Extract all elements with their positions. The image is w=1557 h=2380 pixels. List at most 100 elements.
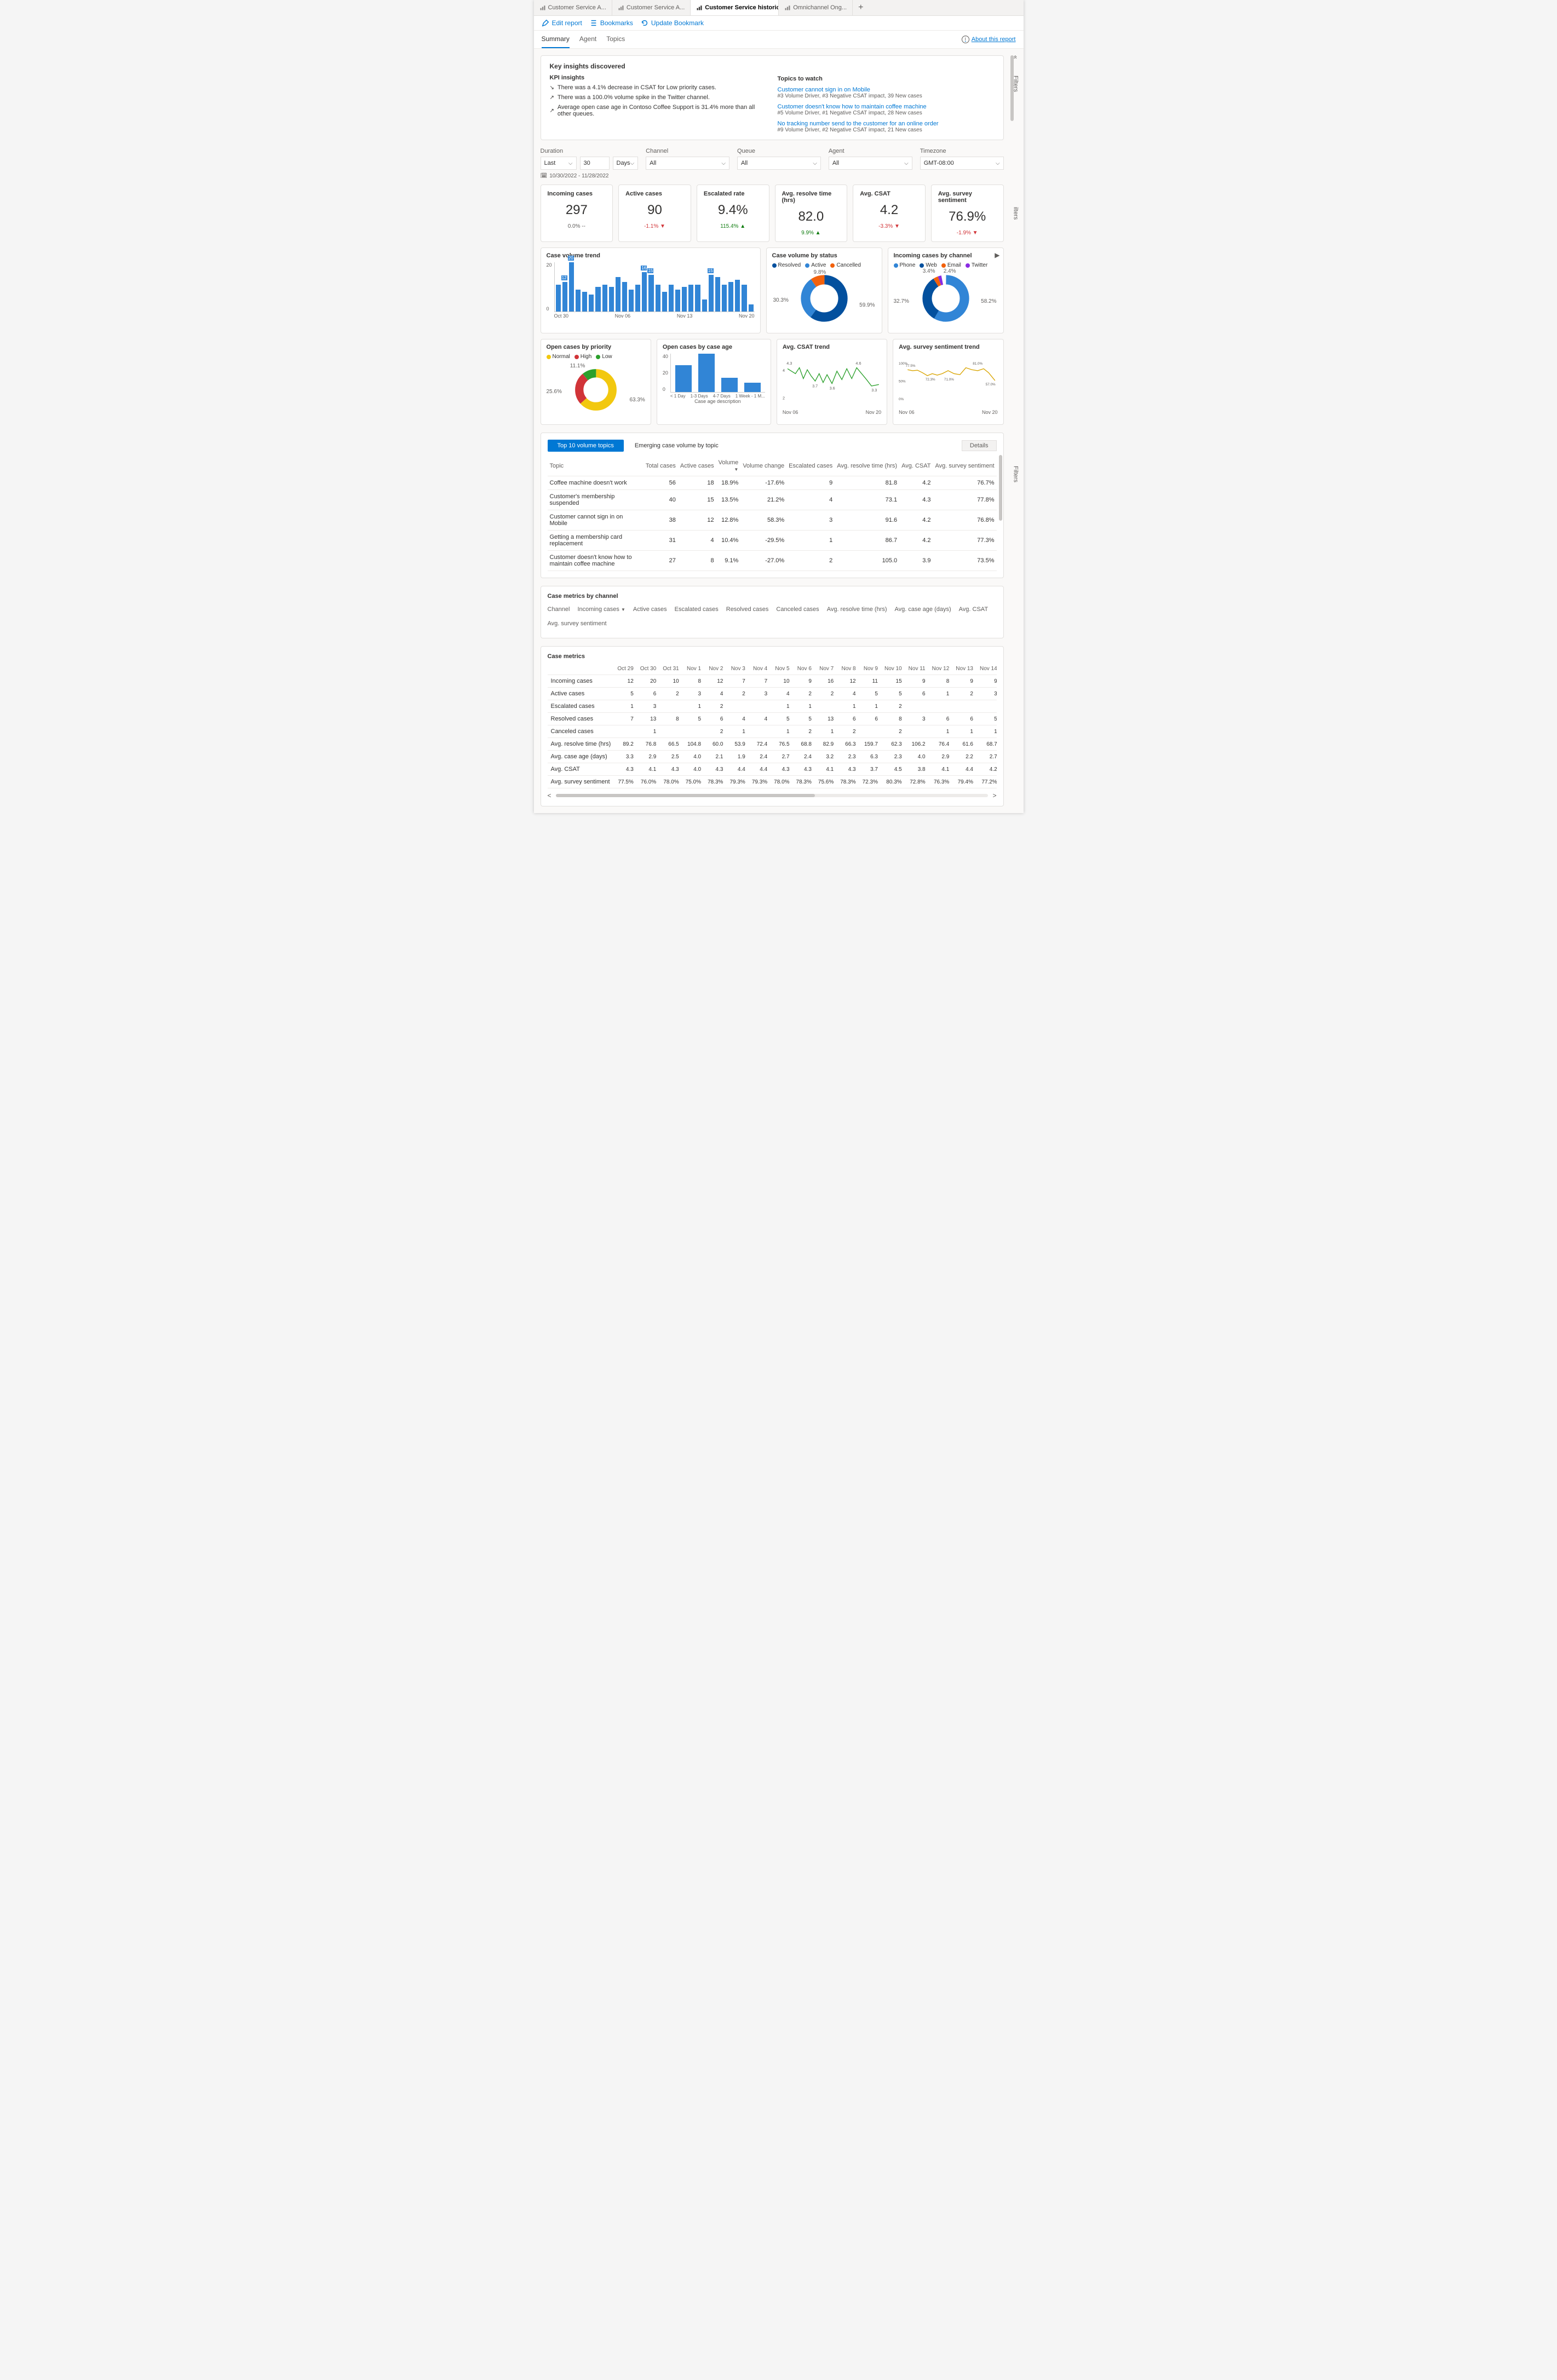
browser-tab[interactable]: Customer Service A...	[612, 0, 691, 15]
kpi-delta: -1.1% ▼	[625, 223, 684, 229]
browser-tab-active[interactable]: Customer Service historic... ×	[691, 0, 779, 15]
column-header[interactable]: Avg. case age (days)	[895, 606, 951, 613]
channel-metrics-card: Case metrics by channel ChannelIncoming …	[541, 586, 1004, 638]
filter-label: Queue	[737, 148, 821, 154]
date-column: Nov 7	[815, 663, 837, 675]
tab-label: Customer Service A...	[548, 4, 606, 11]
topic-watch-link[interactable]: No tracking number send to the customer …	[778, 120, 995, 127]
column-header[interactable]: Total cases	[644, 456, 678, 476]
bar	[735, 280, 740, 312]
donut-chart	[574, 368, 618, 412]
kpi-row: Incoming cases2970.0% --Active cases90-1…	[541, 185, 1004, 242]
report-icon	[618, 4, 624, 11]
date-column: Nov 10	[881, 663, 905, 675]
scrollbar-horizontal[interactable]	[556, 794, 989, 797]
bar	[721, 378, 738, 392]
duration-amount-input[interactable]: 30	[580, 157, 610, 170]
incoming-by-channel-widget: ▶ Incoming cases by channel PhoneWebEmai…	[888, 247, 1004, 333]
agent-select[interactable]: All	[829, 157, 912, 170]
column-header[interactable]: Incoming cases ▼	[577, 606, 625, 613]
tab-summary[interactable]: Summary	[542, 31, 570, 48]
timezone-select[interactable]: GMT-08:00	[920, 157, 1004, 170]
edit-report-button[interactable]: Edit report	[542, 19, 582, 27]
date-column: Nov 13	[952, 663, 976, 675]
table-row[interactable]: Customer doesn't know how to maintain co…	[548, 551, 997, 571]
add-tab-button[interactable]: +	[853, 1, 869, 15]
column-header[interactable]: Topic	[548, 456, 644, 476]
column-header[interactable]: Avg. resolve time (hrs)	[827, 606, 887, 613]
about-report-link[interactable]: i About this report	[962, 36, 1016, 43]
legend: NormalHighLow	[547, 354, 645, 360]
topic-watch-link[interactable]: Customer doesn't know how to maintain co…	[778, 103, 995, 110]
column-header[interactable]: Volume change	[740, 456, 786, 476]
tab-topics[interactable]: Topics	[606, 31, 625, 48]
browser-tab[interactable]: Customer Service A...	[534, 0, 612, 15]
legend-item: Low	[596, 354, 612, 360]
kpi-value: 82.0	[782, 209, 841, 224]
bar	[722, 285, 727, 312]
queue-select[interactable]: All	[737, 157, 821, 170]
tab-label: Omnichannel Ong...	[793, 4, 847, 11]
update-bookmark-button[interactable]: Update Bookmark	[641, 19, 704, 27]
emerging-volume-tab[interactable]: Emerging case volume by topic	[635, 442, 719, 449]
trend-icon: ↗	[550, 108, 554, 114]
column-header[interactable]: Channel	[548, 606, 570, 613]
legend-item: Resolved	[772, 262, 801, 268]
table-row[interactable]: Customer's membership suspended401513.5%…	[548, 490, 997, 510]
donut-chart	[921, 274, 970, 323]
report-icon	[696, 4, 703, 11]
bar	[556, 285, 561, 312]
duration-mode-select[interactable]: Last	[541, 157, 577, 170]
table-row[interactable]: Coffee machine doesn't work561818.9%-17.…	[548, 476, 997, 490]
table-row: Avg. survey sentiment77.5%76.0%78.0%75.0…	[548, 776, 997, 788]
topic-sub: #3 Volume Driver, #3 Negative CSAT impac…	[778, 93, 995, 99]
bookmarks-button[interactable]: Bookmarks	[590, 19, 633, 27]
column-header[interactable]: Volume▼	[716, 456, 741, 476]
bar	[656, 285, 660, 312]
column-header[interactable]: Avg. resolve time (hrs)	[835, 456, 899, 476]
browser-tab[interactable]: Omnichannel Ong...	[779, 0, 853, 15]
scroll-right-button[interactable]: >	[992, 792, 996, 799]
scroll-left-button[interactable]: <	[548, 792, 551, 799]
metrics-scroll-area[interactable]: Oct 29Oct 30Oct 31Nov 1Nov 2Nov 3Nov 4No…	[548, 663, 997, 788]
kpi-card: Active cases90-1.1% ▼	[618, 185, 691, 242]
report-icon	[784, 4, 791, 11]
column-header[interactable]: Resolved cases	[726, 606, 769, 613]
column-header[interactable]: Escalated cases	[675, 606, 719, 613]
chevron-right-icon[interactable]: ▶	[995, 251, 999, 259]
tab-agent[interactable]: Agent	[579, 31, 596, 48]
column-header[interactable]: Escalated cases	[786, 456, 835, 476]
column-header[interactable]: Avg. survey sentiment	[933, 456, 996, 476]
channel-select[interactable]: All	[646, 157, 729, 170]
legend-item: Twitter	[966, 262, 987, 268]
top-volume-tab[interactable]: Top 10 volume topics	[548, 440, 624, 452]
case-volume-status-widget: Case volume by status ResolvedActiveCanc…	[766, 247, 882, 333]
kpi-title: Active cases	[625, 191, 684, 197]
case-metrics-table: Oct 29Oct 30Oct 31Nov 1Nov 2Nov 3Nov 4No…	[548, 663, 997, 788]
kpi-title: Avg. resolve time (hrs)	[782, 191, 841, 204]
x-axis: Oct 30 Nov 06 Nov 13 Nov 20	[554, 313, 755, 319]
table-row[interactable]: Getting a membership card replacement314…	[548, 531, 997, 551]
scrollbar-vertical[interactable]	[1010, 55, 1014, 806]
table-row[interactable]: Customer cannot sign in on Mobile381212.…	[548, 510, 997, 531]
column-header[interactable]: Avg. survey sentiment	[548, 620, 607, 627]
bar	[749, 304, 754, 312]
filter-label: Channel	[646, 148, 729, 154]
column-header[interactable]: Canceled cases	[776, 606, 819, 613]
widget-title: Open cases by case age	[663, 344, 765, 350]
calendar-icon: 🗓	[541, 173, 548, 179]
date-column: Nov 2	[704, 663, 726, 675]
column-header[interactable]: Avg. CSAT	[899, 456, 933, 476]
date-column: Oct 30	[637, 663, 659, 675]
column-header[interactable]: Active cases	[633, 606, 667, 613]
details-button[interactable]: Details	[962, 440, 997, 451]
legend-item: Email	[941, 262, 961, 268]
scrollbar-thumb[interactable]	[999, 455, 1002, 521]
open-by-age-widget: Open cases by case age 40200 < 1 Day 1-3…	[657, 339, 771, 425]
duration-unit-select[interactable]: Days	[613, 157, 639, 170]
topic-watch-link[interactable]: Customer cannot sign in on Mobile	[778, 87, 995, 93]
legend-item: Phone	[894, 262, 916, 268]
column-header[interactable]: Active cases	[678, 456, 716, 476]
column-header[interactable]: Avg. CSAT	[959, 606, 988, 613]
svg-text:72.3%: 72.3%	[926, 378, 935, 382]
